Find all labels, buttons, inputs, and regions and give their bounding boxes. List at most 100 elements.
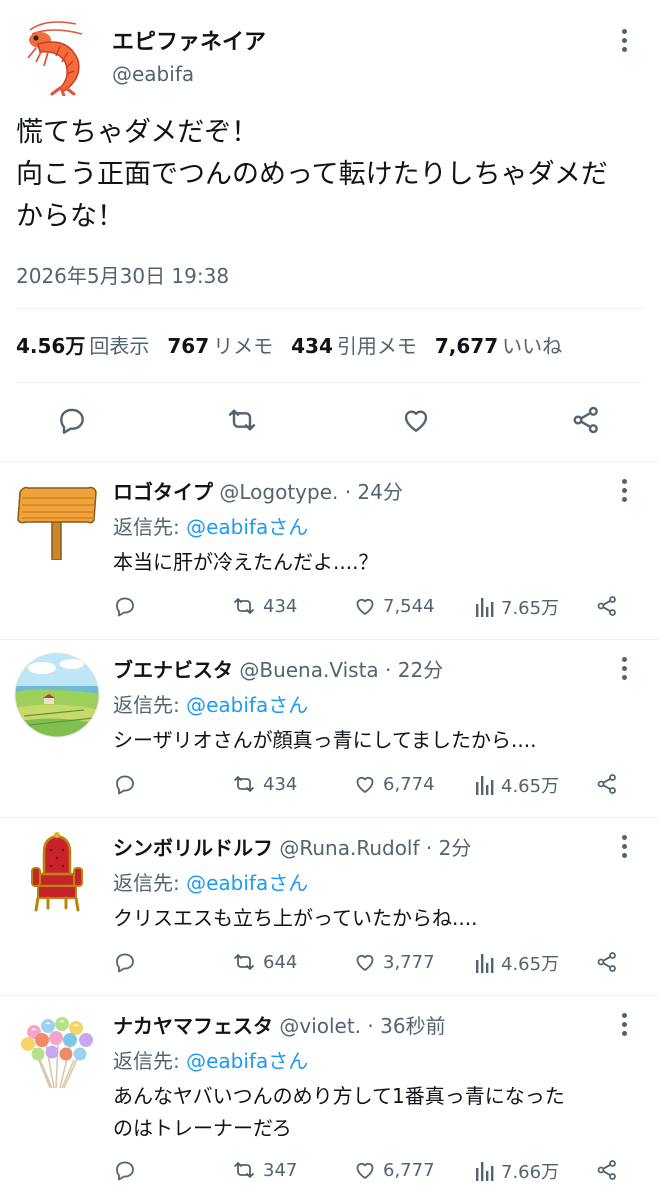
repost-count: 347 (263, 1159, 298, 1181)
views-icon (476, 954, 494, 973)
reply-meta: @Logotype. · 24分 (219, 480, 403, 504)
likes-stat[interactable]: 7,677 いいね (435, 330, 562, 359)
tweet-text-line: からな！ (16, 201, 124, 232)
author-name[interactable]: エピファネイア (112, 24, 266, 56)
like-icon[interactable] (396, 400, 436, 440)
tweet-text-line: 向こう正面でつんのめって転けたりしちゃダメだ (16, 159, 608, 190)
signboard-avatar[interactable] (14, 474, 100, 561)
reply-author-name[interactable]: ブエナビスタ (113, 658, 233, 682)
repost-icon (234, 598, 254, 614)
throne-avatar[interactable] (14, 830, 100, 916)
reply-tweet[interactable]: ナカヤマフェスタ @violet. · 36秒前 返信先: @eabifaさん … (0, 996, 659, 1200)
reply-actions: 347 6,777 7.66万 (113, 1158, 633, 1188)
reply-to-mention[interactable]: @eabifaさん (186, 1049, 308, 1073)
reply-author-name[interactable]: ロゴタイプ (113, 480, 213, 504)
repost-count: 434 (263, 773, 298, 795)
tweet-timestamp[interactable]: 2026年5月30日 19:38 (16, 260, 229, 289)
tweet-stats: 4.56万 回表示 767 リメモ 434 引用メモ 7,677 いいね (16, 330, 562, 359)
views-count: 4.65万 (501, 776, 560, 797)
reply-text: シーザリオさんが顔真っ青にしてましたから.... (113, 728, 537, 752)
more-options-icon[interactable] (614, 1012, 634, 1036)
main-tweet: エピファネイア @eabifa 慌てちゃダメだぞ！ 向こう正面でつんのめって転け… (0, 0, 659, 462)
lollipops-avatar[interactable] (14, 1008, 100, 1094)
reply-tweet[interactable]: ブエナビスタ @Buena.Vista · 22分 返信先: @eabifaさん… (0, 640, 659, 818)
like-count: 6,774 (383, 773, 435, 795)
reply-icon[interactable] (113, 950, 137, 974)
reply-meta: @Buena.Vista · 22分 (239, 658, 444, 682)
reply-to-mention[interactable]: @eabifaさん (186, 871, 308, 895)
reply-to: 返信先: @eabifaさん (113, 1049, 309, 1073)
more-options-icon[interactable] (614, 28, 634, 52)
views-stat[interactable]: 4.56万 回表示 (16, 330, 149, 359)
author-handle[interactable]: @eabifa (112, 62, 194, 86)
reply-header: ナカヤマフェスタ @violet. · 36秒前 (113, 1010, 446, 1039)
more-options-icon[interactable] (614, 834, 634, 858)
repost-icon (234, 1162, 254, 1178)
reply-author-name[interactable]: ナカヤマフェスタ (113, 1014, 273, 1038)
divider (16, 308, 643, 309)
reply-tweet[interactable]: シンボリルドルフ @Runa.Rudolf · 2分 返信先: @eabifaさ… (0, 818, 659, 996)
views-button[interactable]: 7.66万 (475, 1158, 559, 1184)
reply-actions: 434 7,544 7.65万 (113, 594, 633, 624)
views-count: 4.65万 (501, 954, 560, 975)
like-button[interactable]: 6,774 (353, 772, 435, 796)
tweet-actions (0, 400, 659, 444)
share-icon[interactable] (595, 772, 619, 796)
share-icon[interactable] (595, 950, 619, 974)
repost-button[interactable]: 347 (231, 1158, 297, 1182)
views-button[interactable]: 4.65万 (475, 772, 559, 798)
reply-header: ブエナビスタ @Buena.Vista · 22分 (113, 654, 443, 683)
reply-to-mention[interactable]: @eabifaさん (186, 693, 308, 717)
reply-icon[interactable] (113, 594, 137, 618)
more-options-icon[interactable] (614, 656, 634, 680)
reply-header: シンボリルドルフ @Runa.Rudolf · 2分 (113, 832, 471, 861)
quotes-stat[interactable]: 434 引用メモ (291, 330, 417, 359)
like-count: 6,777 (383, 1159, 435, 1181)
reply-actions: 434 6,774 4.65万 (113, 772, 633, 802)
repost-button[interactable]: 644 (231, 950, 297, 974)
divider (16, 382, 643, 383)
tweet-text-line: 慌てちゃダメだぞ！ (16, 117, 259, 148)
views-icon (476, 1162, 494, 1181)
repost-icon[interactable] (222, 400, 262, 440)
reply-icon[interactable] (113, 1158, 137, 1182)
reply-icon[interactable] (113, 772, 137, 796)
repost-button[interactable]: 434 (231, 772, 297, 796)
reply-to: 返信先: @eabifaさん (113, 871, 309, 895)
reply-icon[interactable] (52, 400, 92, 440)
reply-to: 返信先: @eabifaさん (113, 515, 309, 539)
reply-meta: @Runa.Rudolf · 2分 (279, 836, 472, 860)
like-icon (356, 954, 374, 971)
reposts-stat[interactable]: 767 リメモ (167, 330, 273, 359)
share-icon[interactable] (595, 594, 619, 618)
share-icon[interactable] (595, 1158, 619, 1182)
reply-tweet[interactable]: ロゴタイプ @Logotype. · 24分 返信先: @eabifaさん 本当… (0, 462, 659, 640)
repost-button[interactable]: 434 (231, 594, 297, 618)
share-icon[interactable] (566, 400, 606, 440)
reply-meta: @violet. · 36秒前 (279, 1014, 446, 1038)
more-options-icon[interactable] (614, 478, 634, 502)
reply-actions: 644 3,777 4.65万 (113, 950, 633, 980)
views-icon (476, 776, 494, 795)
views-button[interactable]: 7.65万 (475, 594, 559, 620)
views-count: 7.65万 (501, 598, 560, 619)
reply-author-name[interactable]: シンボリルドルフ (113, 836, 273, 860)
like-button[interactable]: 7,544 (353, 594, 435, 618)
repost-icon (234, 954, 254, 970)
shrimp-avatar[interactable] (16, 16, 94, 98)
reply-to: 返信先: @eabifaさん (113, 693, 309, 717)
views-button[interactable]: 4.65万 (475, 950, 559, 976)
repost-count: 434 (263, 595, 298, 617)
reply-text: あんなヤバいつんのめり方して1番真っ青になった のはトレーナーだろ (113, 1084, 565, 1140)
reply-header: ロゴタイプ @Logotype. · 24分 (113, 476, 403, 505)
reply-text: 本当に肝が冷えたんだよ....？ (113, 550, 379, 574)
repost-icon (234, 776, 254, 792)
like-button[interactable]: 6,777 (353, 1158, 435, 1182)
like-button[interactable]: 3,777 (353, 950, 435, 974)
repost-count: 644 (263, 951, 298, 973)
reply-text: クリスエスも立ち上がっていたからね.... (113, 906, 478, 930)
like-count: 3,777 (383, 951, 435, 973)
reply-to-mention[interactable]: @eabifaさん (186, 515, 308, 539)
landscape-avatar[interactable] (14, 652, 100, 738)
like-icon (356, 776, 374, 793)
